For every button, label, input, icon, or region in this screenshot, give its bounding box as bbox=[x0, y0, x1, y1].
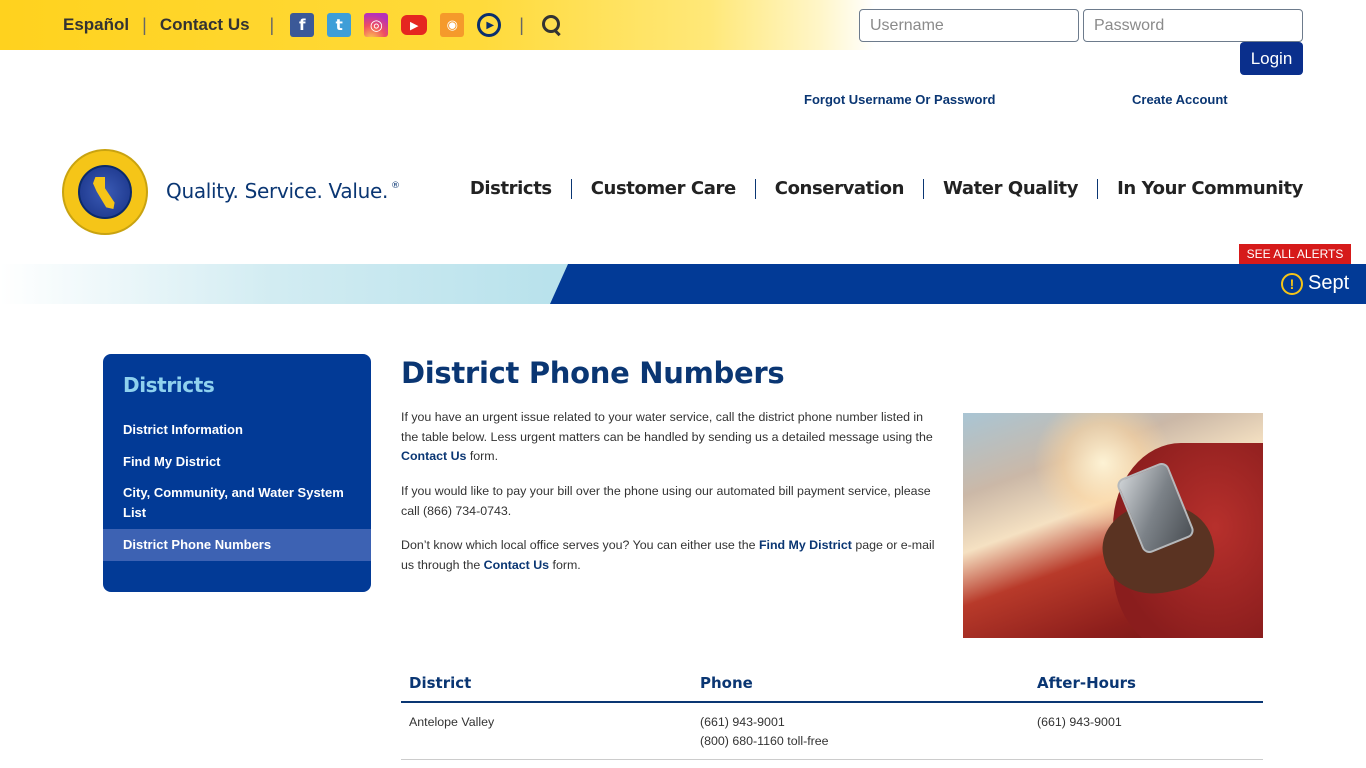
column-header-after-hours: After-Hours bbox=[1037, 673, 1136, 692]
sidebar-title[interactable]: Districts bbox=[123, 373, 215, 397]
table-header: District Phone After-Hours bbox=[401, 664, 1263, 703]
nav-customer-care[interactable]: Customer Care bbox=[591, 178, 736, 199]
column-header-district: District bbox=[409, 673, 472, 692]
nav-divider bbox=[754, 178, 756, 199]
logo-seal bbox=[78, 165, 132, 219]
nav-districts[interactable]: Districts bbox=[470, 178, 552, 199]
district-cell: Antelope Valley bbox=[409, 715, 495, 729]
hand-holding-phone-photo bbox=[963, 413, 1263, 638]
utility-links: Español | Contact Us | f t ◎ ▶ ◉ ▶ | bbox=[63, 13, 562, 37]
play-circle-icon[interactable]: ▶ bbox=[477, 13, 502, 37]
divider: | bbox=[269, 14, 275, 35]
tagline: Quality. Service. Value. ® bbox=[166, 179, 400, 203]
p3-text: Don’t know which local office serves you… bbox=[401, 538, 759, 552]
alert-ticker-text[interactable]: Sept bbox=[1308, 272, 1349, 295]
cal-water-logo[interactable] bbox=[62, 149, 148, 235]
nav-divider bbox=[923, 178, 925, 199]
phone-toll-free[interactable]: (800) 680-1160 toll-free bbox=[700, 732, 1029, 751]
table-row: Antelope Valley (661) 943-9001 (800) 680… bbox=[401, 703, 1263, 760]
search-icon[interactable] bbox=[540, 14, 562, 36]
nav-conservation[interactable]: Conservation bbox=[775, 178, 905, 199]
sidebar-item-city-community-list[interactable]: City, Community, and Water System List bbox=[103, 483, 371, 523]
username-input[interactable] bbox=[859, 9, 1079, 42]
nav-water-quality[interactable]: Water Quality bbox=[943, 178, 1078, 199]
intro-paragraph: If you have an urgent issue related to y… bbox=[401, 408, 941, 467]
divider: | bbox=[142, 14, 147, 35]
youtube-icon[interactable]: ▶ bbox=[401, 15, 428, 35]
office-paragraph: Don’t know which local office serves you… bbox=[401, 536, 941, 575]
p1-text: If you have an urgent issue related to y… bbox=[401, 410, 933, 444]
play-glyph: ▶ bbox=[486, 19, 495, 31]
nav-divider bbox=[1097, 178, 1099, 199]
facebook-icon[interactable]: f bbox=[290, 13, 315, 37]
twitter-icon[interactable]: t bbox=[327, 13, 352, 37]
espanol-link[interactable]: Español bbox=[63, 15, 129, 35]
sidebar-item-district-phone-numbers[interactable]: District Phone Numbers bbox=[103, 529, 371, 561]
instagram-icon[interactable]: ◎ bbox=[364, 13, 389, 37]
alert-banner bbox=[0, 264, 1366, 304]
phone-numbers-table: District Phone After-Hours Antelope Vall… bbox=[401, 664, 1263, 760]
nav-divider bbox=[570, 178, 572, 199]
tagline-text: Quality. Service. Value. bbox=[166, 179, 389, 203]
see-all-alerts-button[interactable]: SEE ALL ALERTS bbox=[1239, 244, 1351, 264]
nav-in-your-community[interactable]: In Your Community bbox=[1117, 178, 1303, 199]
password-input[interactable] bbox=[1083, 9, 1303, 42]
california-shape bbox=[93, 177, 115, 209]
districts-sidebar: Districts District Information Find My D… bbox=[103, 354, 371, 592]
divider: | bbox=[519, 14, 524, 35]
rss-icon[interactable]: ◉ bbox=[440, 13, 465, 37]
after-hours-cell[interactable]: (661) 943-9001 bbox=[1029, 713, 1263, 759]
login-button[interactable]: Login bbox=[1240, 42, 1303, 75]
main-nav: Districts Customer Care Conservation Wat… bbox=[470, 178, 1304, 199]
forgot-credentials-link[interactable]: Forgot Username Or Password bbox=[804, 92, 995, 107]
bill-pay-paragraph: If you would like to pay your bill over … bbox=[401, 484, 931, 518]
phone-primary[interactable]: (661) 943-9001 bbox=[700, 713, 1029, 732]
p1-end: form. bbox=[466, 449, 499, 463]
page-title: District Phone Numbers bbox=[401, 356, 785, 390]
contact-us-inline-link[interactable]: Contact Us bbox=[401, 449, 466, 463]
social-icons: f t ◎ ▶ ◉ ▶ bbox=[290, 13, 502, 37]
p3-end: form. bbox=[549, 557, 581, 572]
find-my-district-inline-link[interactable]: Find My District bbox=[759, 538, 852, 552]
column-header-phone: Phone bbox=[700, 673, 753, 692]
sidebar-item-find-my-district[interactable]: Find My District bbox=[103, 452, 371, 472]
sidebar-item-district-information[interactable]: District Information bbox=[103, 420, 371, 440]
contact-us-link[interactable]: Contact Us bbox=[160, 15, 250, 35]
phone-cell: (661) 943-9001 (800) 680-1160 toll-free bbox=[692, 713, 1029, 759]
create-account-link[interactable]: Create Account bbox=[1132, 92, 1228, 107]
registered-mark: ® bbox=[391, 181, 400, 191]
exclamation-circle-icon: ! bbox=[1281, 273, 1303, 295]
alert-ticker-band bbox=[550, 264, 1366, 304]
contact-us-inline-link-2[interactable]: Contact Us bbox=[484, 558, 549, 572]
